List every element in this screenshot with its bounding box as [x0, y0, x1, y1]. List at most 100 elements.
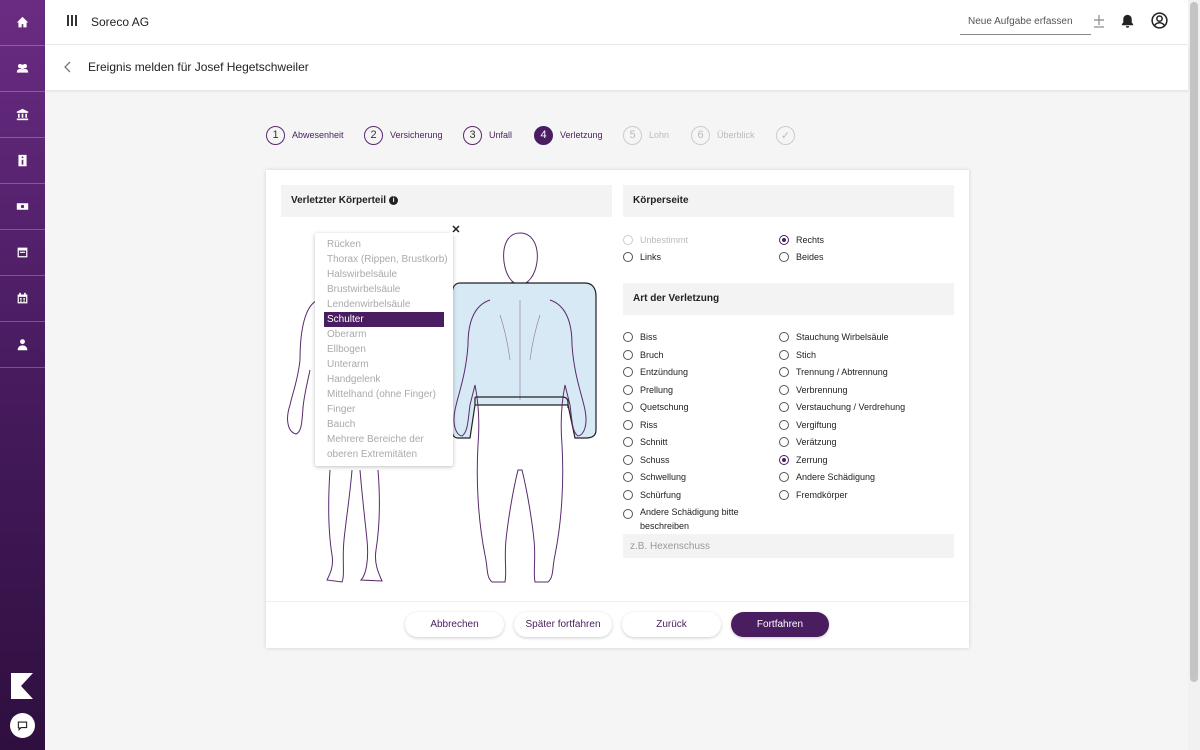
step-number: 1 [266, 125, 285, 145]
radio-dot [779, 367, 789, 377]
person-icon [17, 339, 28, 351]
radio-dot [623, 419, 633, 430]
dropdown-option[interactable]: Bauch [315, 417, 453, 432]
radio-dot [779, 332, 789, 342]
radio-dot [623, 402, 633, 412]
radio-andere-schaedigung-beschreiben[interactable]: Andere Schädigung bitte beschreiben [623, 505, 739, 533]
radio-injury-r5[interactable]: Vergiftung [779, 419, 837, 430]
radio-label: Schürfung [640, 489, 682, 500]
body-side-header: Körperseite [623, 185, 954, 217]
step-label: Überblick [717, 130, 755, 140]
sidebar-item-calendar[interactable] [0, 276, 45, 322]
radio-injury-2[interactable]: Entzündung [623, 367, 688, 377]
radio-injury-5[interactable]: Riss [623, 419, 658, 430]
menu-icon[interactable] [67, 15, 77, 26]
radio-rechts[interactable]: Rechts [779, 235, 824, 245]
other-injury-input[interactable] [623, 534, 954, 558]
dropdown-option[interactable]: Ellbogen [315, 342, 453, 357]
step-verletzung[interactable]: 4 Verletzung [534, 124, 603, 146]
radio-injury-7[interactable]: Schuss [623, 454, 670, 465]
radio-injury-3[interactable]: Prellung [623, 384, 673, 395]
dropdown-option[interactable]: Brustwirbelsäule [315, 282, 453, 297]
back-button[interactable]: Zurück [622, 612, 721, 637]
radio-injury-r8[interactable]: Andere Schädigung [779, 472, 875, 482]
dropdown-option[interactable]: Schulter [324, 312, 444, 327]
radio-injury-r1[interactable]: Stich [779, 349, 816, 360]
radio-dot [623, 332, 633, 342]
chat-button[interactable] [10, 713, 35, 738]
money-icon [16, 203, 29, 210]
bell-icon[interactable] [1120, 13, 1135, 29]
dropdown-option[interactable]: Oberarm [315, 327, 453, 342]
sidebar-item-person[interactable] [0, 322, 45, 368]
close-icon[interactable]: ✕ [450, 224, 462, 236]
radio-injury-0[interactable]: Biss [623, 332, 657, 342]
dropdown-option[interactable]: Lendenwirbelsäule [315, 297, 453, 312]
radio-injury-8[interactable]: Schwellung [623, 472, 686, 482]
radio-dot [779, 437, 789, 447]
radio-label-line: beschreiben [640, 521, 690, 531]
radio-label: Biss [640, 332, 658, 342]
sidebar-item-calendar-week[interactable] [0, 230, 45, 276]
next-button[interactable]: Fortfahren [731, 612, 829, 637]
radio-dot [779, 252, 789, 262]
radio-dot [779, 402, 789, 412]
radio-injury-6[interactable]: Schnitt [623, 437, 668, 447]
radio-injury-r9[interactable]: Fremdkörper [779, 489, 848, 500]
radio-links[interactable]: Links [623, 252, 661, 262]
sidebar-item-money[interactable] [0, 184, 45, 230]
page-title: Ereignis melden für Josef Hegetschweiler [88, 60, 309, 74]
radio-injury-r6[interactable]: Verätzung [779, 437, 837, 447]
radio-injury-4[interactable]: Quetschung [623, 402, 689, 412]
radio-injury-r2[interactable]: Trennung / Abtrennung [779, 367, 888, 377]
dropdown-option[interactable]: Mittelhand (ohne Finger) [315, 387, 453, 402]
radio-injury-r4[interactable]: Verstauchung / Verdrehung [779, 402, 905, 412]
sidebar-item-info[interactable] [0, 138, 45, 184]
radio-dot [779, 349, 789, 360]
body-part-header: Verletzter Körperteil i [281, 185, 612, 217]
dropdown-option[interactable]: Mehrere Bereiche der [315, 432, 453, 447]
info-icon[interactable]: i [389, 195, 399, 205]
step-unfall[interactable]: 3 Unfall [463, 124, 512, 146]
page-scrollbar[interactable] [1188, 0, 1200, 750]
dropdown-option[interactable]: Unterarm [315, 357, 453, 372]
dropdown-option[interactable]: Finger [315, 402, 453, 417]
radio-injury-r3[interactable]: Verbrennung [779, 384, 848, 395]
radio-dot [623, 454, 633, 465]
page-header: Ereignis melden für Josef Hegetschweiler [45, 45, 1188, 90]
dropdown-option[interactable]: Halswirbelsäule [315, 267, 453, 282]
radio-injury-r0[interactable]: Stauchung Wirbelsäule [779, 332, 889, 342]
sidebar-item-bank[interactable] [0, 92, 45, 138]
step-ueberblick: 6 Überblick [691, 124, 755, 146]
calendar-icon [17, 292, 28, 304]
user-account-icon[interactable] [1151, 12, 1168, 29]
sidebar-item-home[interactable] [0, 0, 45, 46]
step-abwesenheit[interactable]: 1 Abwesenheit [266, 124, 344, 146]
back-chevron-icon[interactable] [63, 60, 73, 74]
step-label: Verletzung [560, 130, 603, 140]
radio-dot [779, 489, 789, 500]
radio-dot [623, 235, 633, 245]
dropdown-option[interactable]: Rücken [315, 237, 453, 252]
dropdown-option[interactable]: Handgelenk [315, 372, 453, 387]
step-versicherung[interactable]: 2 Versicherung [364, 124, 443, 146]
radio-injury-1[interactable]: Bruch [623, 349, 664, 360]
radio-label: Beides [796, 252, 824, 262]
scroll-thumb[interactable] [1190, 2, 1198, 682]
dropdown-option[interactable]: oberen Extremitäten [315, 447, 453, 462]
radio-injury-9[interactable]: Schürfung [623, 489, 682, 500]
radio-injury-r7[interactable]: Zerrung [779, 454, 828, 465]
sidebar-item-team[interactable] [0, 46, 45, 92]
continue-later-button[interactable]: Später fortfahren [514, 612, 612, 637]
radio-dot [623, 349, 633, 360]
radio-label: Links [640, 252, 662, 262]
step-label: Lohn [649, 130, 670, 140]
dropdown-option[interactable]: Thorax (Rippen, Brustkorb) [315, 252, 453, 267]
company-name: Soreco AG [91, 15, 150, 29]
add-task-plus-icon[interactable] [1093, 13, 1105, 29]
new-task-input[interactable] [960, 8, 1091, 35]
radio-beides[interactable]: Beides [779, 252, 824, 262]
radio-label: Quetschung [640, 402, 689, 412]
cancel-button[interactable]: Abbrechen [405, 612, 504, 637]
radio-label-line: Andere Schädigung bitte [640, 507, 739, 517]
